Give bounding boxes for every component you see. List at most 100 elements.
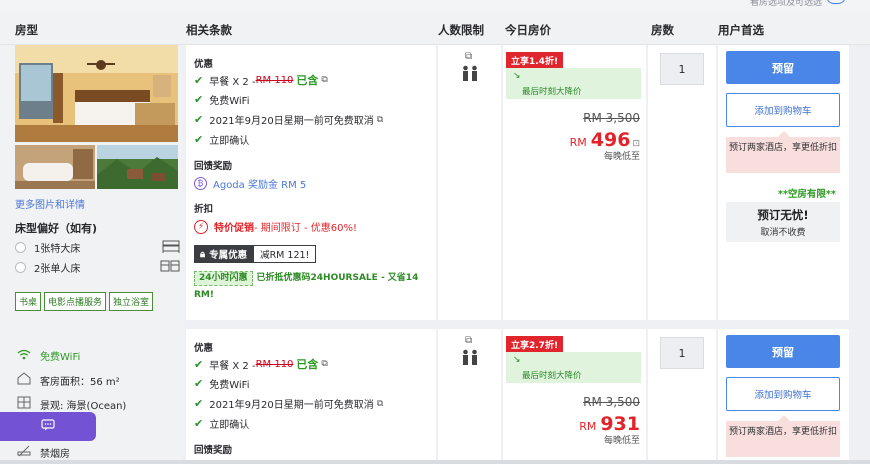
more-photos-link[interactable]: 更多图片和详情 bbox=[15, 196, 85, 211]
reward-title: 回馈奖励 bbox=[194, 445, 233, 456]
wifi-icon bbox=[15, 349, 33, 363]
coupon: 🔒︎ 专属优惠 减RM 121! bbox=[194, 245, 317, 263]
feature-label: 免费WiFi bbox=[40, 352, 81, 363]
header-rooms: 房数 bbox=[651, 23, 674, 37]
bed-option-label: 2张单人床 bbox=[34, 264, 81, 275]
coupon-value: 减RM 121! bbox=[253, 245, 317, 263]
bed-pref-title: 床型偏好（如有) bbox=[15, 222, 98, 235]
bed-option-king[interactable]: 1张特大床 bbox=[15, 240, 180, 255]
new-price: RM 496 ⊡ bbox=[570, 129, 640, 151]
breakfast-included: 已含 bbox=[296, 74, 319, 87]
room-photo-main[interactable] bbox=[15, 45, 178, 142]
promo-line: ⚡ 特价促销 - 期间限订 - 优惠60%! bbox=[194, 219, 357, 234]
instant-confirm-text: 立即确认 bbox=[209, 136, 250, 147]
worry-free-sub: 取消不收费 bbox=[760, 228, 806, 238]
room-photo-view[interactable] bbox=[97, 145, 178, 189]
new-price: RM 931 bbox=[579, 413, 640, 435]
chat-button[interactable] bbox=[0, 412, 96, 441]
breakfast-old-price: RM 110 bbox=[255, 74, 294, 86]
header-terms: 相关条款 bbox=[186, 23, 232, 37]
room-quantity-select[interactable]: 1 bbox=[660, 337, 704, 369]
last-minute-text: 最后时刻大降价 bbox=[522, 87, 582, 97]
price-cell-2: 立享2.7折! ↘ 最后时刻大降价 RM 3,500 RM 931 每晚低至 bbox=[503, 329, 646, 460]
coupon-label-text: 专属优惠 bbox=[209, 250, 248, 261]
price-cell-1: 立享1.4折! ↘ 最后时刻大降价 RM 3,500 RM 496 ⊡ 每晚低至 bbox=[503, 45, 646, 320]
info-icon[interactable]: ⧉ bbox=[377, 399, 383, 409]
old-price: RM 3,500 bbox=[583, 395, 640, 409]
two-hotel-tooltip: 预订两家酒店，享更低折扣 bbox=[726, 131, 840, 173]
check-icon: ✔ bbox=[194, 133, 204, 146]
info-icon[interactable]: ⧉ bbox=[377, 115, 383, 125]
check-icon: ✔ bbox=[194, 113, 204, 126]
rooms-cell-2: 1 bbox=[648, 329, 716, 460]
offer-row-2: 优惠 ✔ 早餐 X 2 - RM 110 已含 ⧉ ✔ 免费WiFi ✔ 202… bbox=[186, 329, 436, 460]
discount-title: 折扣 bbox=[194, 204, 214, 215]
copy-icon: ⧉ bbox=[321, 75, 328, 85]
free-cancel-line: ✔ 2021年9月20日星期一前可免费取消 ⧉ bbox=[194, 396, 383, 411]
occupancy-cell-2: ⧉ bbox=[438, 329, 501, 460]
feature-label: 景观: 海景(Ocean) bbox=[40, 400, 127, 412]
breakfast-label: 早餐 X 2 - bbox=[209, 360, 256, 372]
check-icon: ✔ bbox=[194, 73, 204, 87]
no-smoking-icon bbox=[15, 445, 33, 460]
feature-area: 客房面积：56 m² bbox=[15, 372, 120, 388]
tag-movies: 电影点播服务 bbox=[44, 292, 107, 311]
header-occupancy: 人数限制 bbox=[438, 23, 484, 37]
free-cancel-line: ✔ 2021年9月20日星期一前可免费取消 ⧉ bbox=[194, 112, 383, 127]
tag-desk: 书桌 bbox=[15, 292, 42, 311]
room-icon: ⧉ bbox=[465, 51, 473, 62]
top-toggle-button[interactable] bbox=[826, 0, 846, 4]
add-to-cart-button[interactable]: 添加到购物车 bbox=[726, 377, 840, 411]
pref-cell-1: 预留 添加到购物车 预订两家酒店，享更低折扣 **空房有限** 预订无忧! 取消… bbox=[718, 45, 849, 320]
lock-icon: ⊡ bbox=[632, 139, 640, 149]
two-hotel-tooltip: 预订两家酒店，享更低折扣 bbox=[726, 415, 840, 457]
header-today-price: 今日房价 bbox=[505, 23, 551, 37]
per-night-label: 每晚低至 bbox=[603, 152, 640, 162]
breakfast-line: ✔ 早餐 X 2 - RM 110 已含 ⧉ bbox=[194, 72, 328, 88]
room-photo-bath[interactable] bbox=[15, 145, 95, 189]
breakfast-old-price: RM 110 bbox=[255, 358, 294, 370]
feature-view: 景观: 海景(Ocean) bbox=[15, 396, 126, 412]
two-people-icon bbox=[461, 65, 479, 85]
check-icon: ✔ bbox=[194, 357, 204, 371]
reserve-button[interactable]: 预留 bbox=[726, 335, 840, 368]
instant-confirm-text: 立即确认 bbox=[209, 420, 250, 431]
table-header: 房型 相关条款 人数限制 今日房价 房数 用户首选 bbox=[0, 12, 870, 45]
header-user-pref: 用户首选 bbox=[718, 23, 764, 37]
horizontal-scrollbar[interactable] bbox=[0, 460, 870, 464]
room-quantity-select[interactable]: 1 bbox=[660, 53, 704, 85]
instant-confirm-line: ✔ 立即确认 bbox=[194, 132, 249, 147]
feature-label: 禁烟房 bbox=[40, 449, 70, 460]
reward-text: Agoda 奖励金 RM 5 bbox=[213, 180, 307, 191]
currency: RM bbox=[579, 420, 597, 433]
check-icon: ✔ bbox=[194, 397, 204, 410]
room-icon: ⧉ bbox=[465, 335, 473, 346]
add-to-cart-button[interactable]: 添加到购物车 bbox=[726, 93, 840, 127]
deal-badge: 立享1.4折! bbox=[506, 52, 564, 69]
window-icon bbox=[15, 396, 33, 412]
reserve-button[interactable]: 预留 bbox=[726, 51, 840, 84]
last-minute-banner: ↘ 最后时刻大降价 bbox=[506, 352, 641, 383]
old-price: RM 3,500 bbox=[583, 111, 640, 125]
chat-icon bbox=[41, 418, 55, 435]
currency: RM bbox=[569, 136, 587, 149]
rooms-cell-1: 1 bbox=[648, 45, 716, 320]
offer-row-1: 优惠 ✔ 早餐 X 2 - RM 110 已含 ⧉ ✔ 免费WiFi ✔ 202… bbox=[186, 45, 436, 320]
coupon-label: 🔒︎ 专属优惠 bbox=[194, 245, 254, 263]
house-icon bbox=[15, 372, 33, 388]
radio-king[interactable] bbox=[15, 242, 26, 253]
agoda-cash-icon: ₿ bbox=[194, 177, 207, 190]
benefit-title: 优惠 bbox=[194, 343, 214, 354]
last-minute-banner: ↘ 最后时刻大降价 bbox=[506, 68, 641, 99]
two-people-icon bbox=[461, 349, 479, 369]
bed-option-twin[interactable]: 2张单人床 bbox=[15, 260, 180, 275]
deal-badge: 立享2.7折! bbox=[506, 336, 564, 353]
price-amount: 496 bbox=[590, 129, 631, 151]
price-amount: 931 bbox=[600, 413, 640, 435]
wifi-line: ✔ 免费WiFi bbox=[194, 376, 249, 391]
top-strip: 看房选项及可选选 bbox=[0, 0, 870, 12]
benefit-title: 优惠 bbox=[194, 59, 214, 70]
radio-twin[interactable] bbox=[15, 262, 26, 273]
twin-bed-icon bbox=[160, 260, 180, 276]
wifi-line: ✔ 免费WiFi bbox=[194, 92, 249, 107]
